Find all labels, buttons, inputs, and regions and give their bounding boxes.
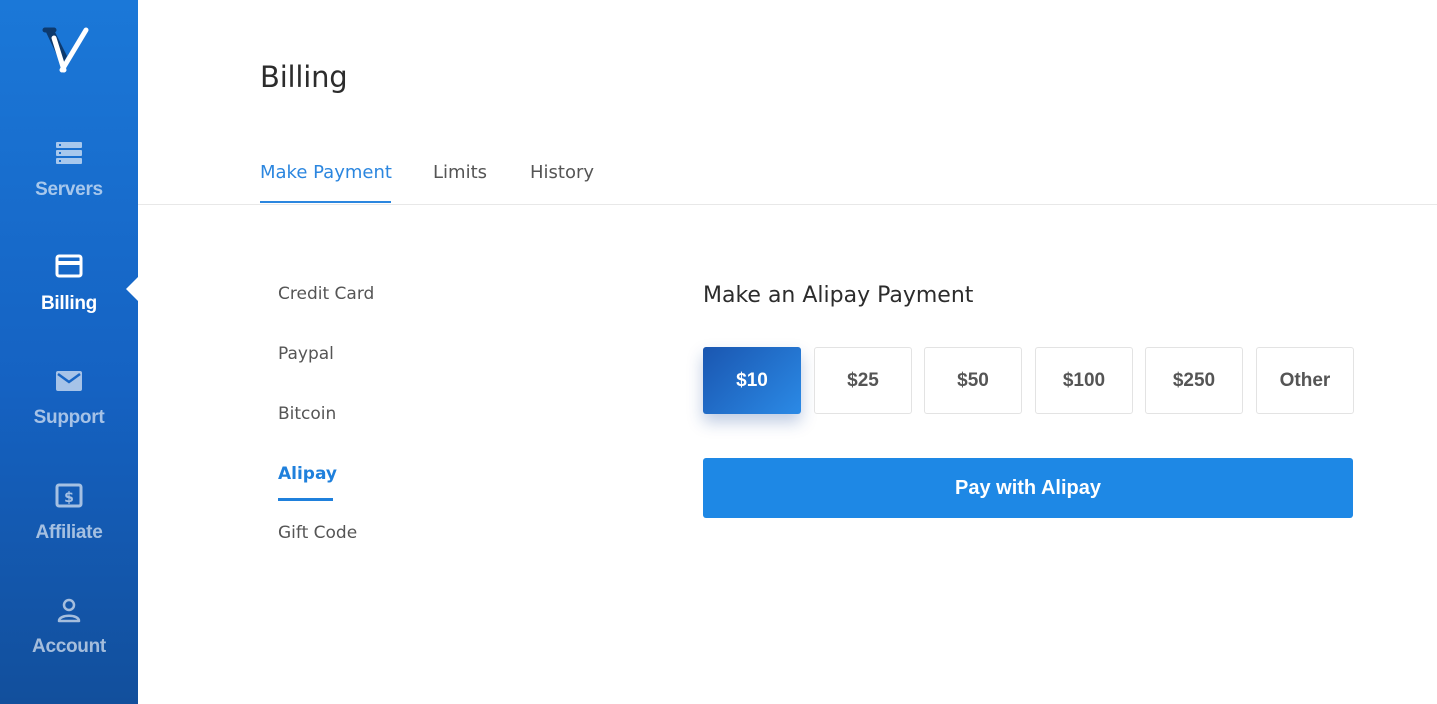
user-icon xyxy=(55,596,83,624)
active-indicator-caret xyxy=(126,277,138,301)
sidebar-item-label: Account xyxy=(32,636,106,657)
sidebar-item-billing[interactable]: Billing xyxy=(0,253,138,343)
payment-method-alipay[interactable]: Alipay xyxy=(278,464,337,484)
sidebar-item-label: Servers xyxy=(35,179,103,200)
amount-option-250[interactable]: $250 xyxy=(1145,347,1243,414)
sidebar-item-servers[interactable]: Servers xyxy=(0,139,138,229)
tab-history[interactable]: History xyxy=(530,162,594,183)
sidebar-item-label: Billing xyxy=(41,293,97,314)
amount-option-100[interactable]: $100 xyxy=(1035,347,1133,414)
amount-option-other[interactable]: Other xyxy=(1256,347,1354,414)
payment-method-paypal[interactable]: Paypal xyxy=(278,344,334,364)
payment-form-title: Make an Alipay Payment xyxy=(703,283,974,308)
svg-text:$: $ xyxy=(64,490,74,506)
pay-with-alipay-button[interactable]: Pay with Alipay xyxy=(703,458,1353,518)
sidebar-item-support[interactable]: Support xyxy=(0,367,138,457)
payment-method-gift-code[interactable]: Gift Code xyxy=(278,523,357,543)
tab-make-payment[interactable]: Make Payment xyxy=(260,162,392,183)
amount-option-10[interactable]: $10 xyxy=(703,347,801,414)
payment-method-credit-card[interactable]: Credit Card xyxy=(278,284,374,304)
server-stack-icon xyxy=(55,139,83,167)
payment-method-bitcoin[interactable]: Bitcoin xyxy=(278,404,336,424)
page-title: Billing xyxy=(260,60,348,94)
sidebar-item-affiliate[interactable]: $ Affiliate xyxy=(0,482,138,572)
credit-card-icon xyxy=(55,253,83,281)
active-tab-underline xyxy=(260,201,391,203)
tab-limits[interactable]: Limits xyxy=(433,162,487,183)
sidebar-item-label: Support xyxy=(33,407,105,428)
dollar-bill-icon: $ xyxy=(55,482,83,510)
amount-option-25[interactable]: $25 xyxy=(814,347,912,414)
amount-option-50[interactable]: $50 xyxy=(924,347,1022,414)
sidebar-item-account[interactable]: Account xyxy=(0,596,138,686)
tab-bar: Make Payment Limits History xyxy=(138,150,1437,205)
brand-logo-icon[interactable] xyxy=(41,26,97,78)
sidebar-item-label: Affiliate xyxy=(35,522,103,543)
envelope-icon xyxy=(55,367,83,395)
active-method-underline xyxy=(278,498,333,501)
sidebar: Servers Billing Support $ Affiliate Acco… xyxy=(0,0,138,704)
